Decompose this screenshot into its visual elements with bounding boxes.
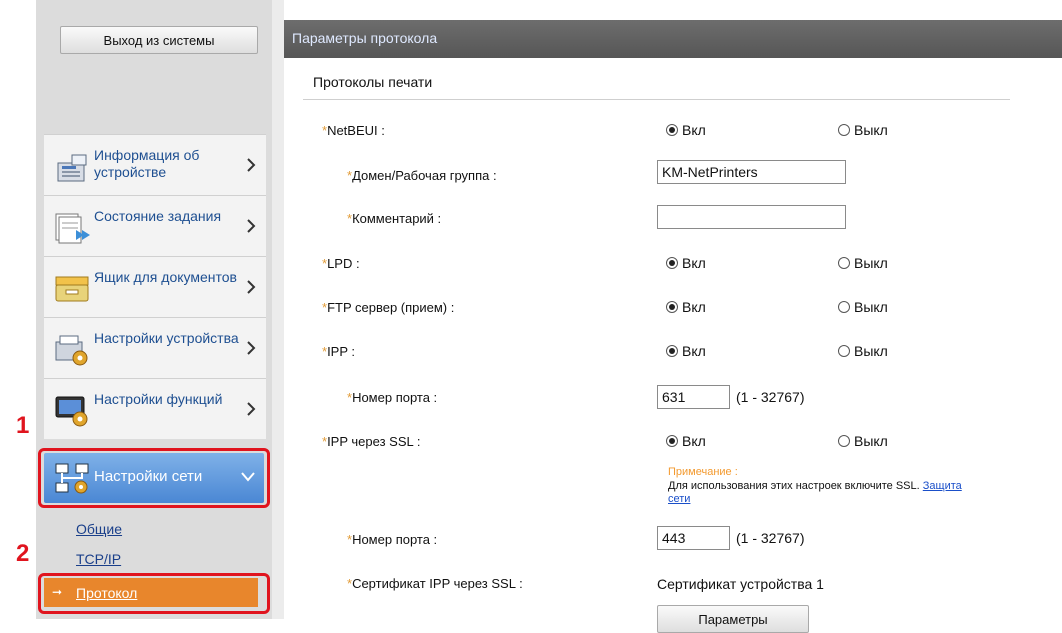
domain-label: *Домен/Рабочая группа : [347, 168, 497, 183]
netbeui-label: *NetBEUI : [322, 123, 385, 138]
document-box-icon [52, 271, 92, 305]
section-divider [303, 99, 1010, 100]
device-settings-icon [52, 332, 92, 366]
job-status-icon [52, 210, 92, 244]
lpd-label: *LPD : [322, 256, 360, 271]
menu-label: Ящик для документов [94, 269, 237, 285]
logout-button[interactable]: Выход из системы [60, 26, 258, 54]
ssl-port-label: *Номер порта : [347, 532, 438, 547]
ssl-cert-label: *Сертификат IPP через SSL : [347, 576, 523, 591]
domain-input[interactable] [657, 160, 846, 184]
menu-label: Информация об устройстве [94, 147, 200, 180]
menu-label: Настройки устройства [94, 330, 239, 346]
chevron-right-icon [246, 157, 256, 173]
section-title: Протоколы печати [313, 74, 433, 90]
left-margin [0, 0, 36, 619]
ssl-port-range: (1 - 32767) [736, 530, 805, 546]
note-text: Для использования этих настроек включите… [668, 480, 962, 505]
ftp-label: *FTP сервер (прием) : [322, 300, 455, 315]
ipp-ssl-off-radio[interactable]: Выкл [838, 433, 888, 449]
panel-header: Параметры протокола [284, 20, 1062, 58]
menu-document-box[interactable]: Ящик для документов [44, 256, 266, 317]
chevron-right-icon [246, 401, 256, 417]
netbeui-off-radio[interactable]: Выкл [838, 122, 888, 138]
ipp-port-label: *Номер порта : [347, 390, 438, 405]
ipp-ssl-label: *IPP через SSL : [322, 434, 421, 449]
lpd-on-radio[interactable]: Вкл [666, 255, 706, 271]
device-info-icon [52, 149, 92, 183]
menu-device-settings[interactable]: Настройки устройства [44, 317, 266, 378]
function-settings-icon [52, 393, 92, 427]
ipp-off-radio[interactable]: Выкл [838, 343, 888, 359]
ipp-port-input[interactable] [657, 385, 730, 409]
menu-label: Состояние задания [94, 208, 222, 224]
chevron-right-icon [246, 340, 256, 356]
comment-label: *Комментарий : [347, 211, 442, 226]
menu-job-status[interactable]: Состояние задания [44, 195, 266, 256]
callout-frame-2 [38, 573, 270, 614]
chevron-right-icon [246, 218, 256, 234]
ipp-on-radio[interactable]: Вкл [666, 343, 706, 359]
ipp-label: *IPP : [322, 344, 356, 359]
comment-input[interactable] [657, 205, 846, 229]
note-title: Примечание : [668, 466, 738, 478]
ipp-port-range: (1 - 32767) [736, 389, 805, 405]
ssl-port-input[interactable] [657, 526, 730, 550]
step-number-2: 2 [16, 540, 30, 567]
parameters-button[interactable]: Параметры [657, 605, 809, 633]
ipp-ssl-on-radio[interactable]: Вкл [666, 433, 706, 449]
ftp-on-radio[interactable]: Вкл [666, 299, 706, 315]
lpd-off-radio[interactable]: Выкл [838, 255, 888, 271]
submenu-tcpip[interactable]: TCP/IP [76, 551, 121, 567]
callout-frame-1 [38, 448, 270, 508]
panel-title: Параметры протокола [292, 30, 438, 46]
step-number-1: 1 [16, 412, 30, 439]
chevron-right-icon [246, 279, 256, 295]
ssl-cert-value: Сертификат устройства 1 [657, 576, 824, 592]
menu-label: Настройки функций [94, 391, 223, 407]
submenu-general[interactable]: Общие [76, 521, 122, 537]
netbeui-on-radio[interactable]: Вкл [666, 122, 706, 138]
menu-function-settings[interactable]: Настройки функций [44, 378, 266, 439]
menu-device-info[interactable]: Информация об устройстве [44, 134, 266, 195]
ftp-off-radio[interactable]: Выкл [838, 299, 888, 315]
sidebar-divider [272, 0, 284, 619]
